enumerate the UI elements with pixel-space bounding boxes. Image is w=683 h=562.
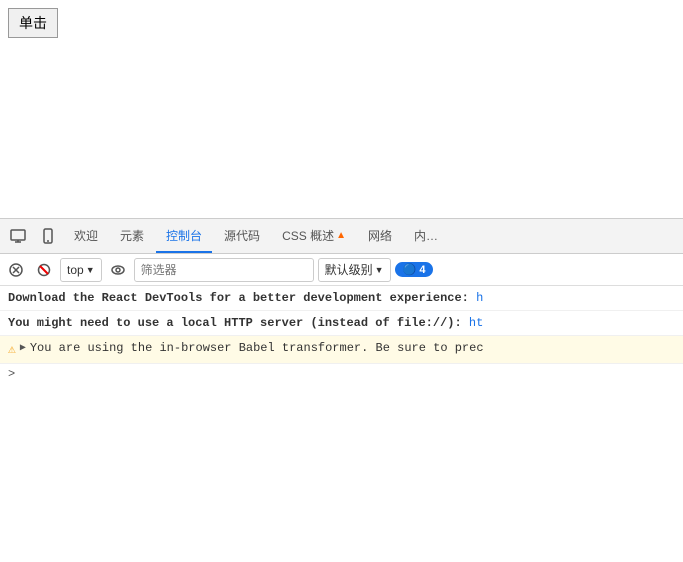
level-selector[interactable]: top ▼ bbox=[60, 258, 102, 282]
no-filter-button[interactable] bbox=[32, 258, 56, 282]
tab-css-overview[interactable]: CSS 概述 ▲ bbox=[272, 219, 356, 253]
log-level-chevron-icon: ▼ bbox=[375, 265, 384, 275]
devtools-toolbar: top ▼ 默认级别 ▼ 🔵 4 bbox=[0, 254, 683, 286]
responsive-icon[interactable] bbox=[34, 222, 62, 250]
tab-sources[interactable]: 源代码 bbox=[214, 219, 270, 253]
warning-text: You are using the in-browser Babel trans… bbox=[30, 339, 484, 357]
tab-network[interactable]: 网络 bbox=[358, 219, 402, 253]
tab-elements[interactable]: 元素 bbox=[110, 219, 154, 253]
triangle-icon[interactable]: ▶ bbox=[20, 341, 26, 356]
log-level-selector[interactable]: 默认级别 ▼ bbox=[318, 258, 391, 282]
level-chevron-icon: ▼ bbox=[86, 265, 95, 275]
click-button[interactable]: 单击 bbox=[8, 8, 58, 38]
eye-button[interactable] bbox=[106, 258, 130, 282]
page-area: 单击 bbox=[0, 0, 683, 218]
devtools-panel: 欢迎 元素 控制台 源代码 CSS 概述 ▲ 网络 内… bbox=[0, 218, 683, 562]
console-message-1: Download the React DevTools for a better… bbox=[0, 286, 683, 311]
message-count-badge: 🔵 4 bbox=[395, 262, 434, 277]
devtools-tab-bar: 欢迎 元素 控制台 源代码 CSS 概述 ▲ 网络 内… bbox=[0, 219, 683, 254]
console-message-3: ⚠ ▶ You are using the in-browser Babel t… bbox=[0, 336, 683, 364]
console-messages: Download the React DevTools for a better… bbox=[0, 286, 683, 562]
message-count: 🔵 bbox=[403, 264, 420, 276]
console-caret[interactable]: > bbox=[0, 364, 683, 384]
level-label: top bbox=[67, 263, 84, 277]
device-toggle-icon[interactable] bbox=[4, 222, 32, 250]
clear-console-button[interactable] bbox=[4, 258, 28, 282]
tab-welcome[interactable]: 欢迎 bbox=[64, 219, 108, 253]
log-level-label: 默认级别 bbox=[325, 261, 373, 278]
filter-input[interactable] bbox=[134, 258, 314, 282]
warning-icon: ⚠ bbox=[8, 340, 16, 360]
css-warning-icon: ▲ bbox=[336, 230, 346, 241]
console-message-2: You might need to use a local HTTP serve… bbox=[0, 311, 683, 336]
tab-console[interactable]: 控制台 bbox=[156, 219, 212, 253]
tab-more[interactable]: 内… bbox=[404, 219, 448, 253]
